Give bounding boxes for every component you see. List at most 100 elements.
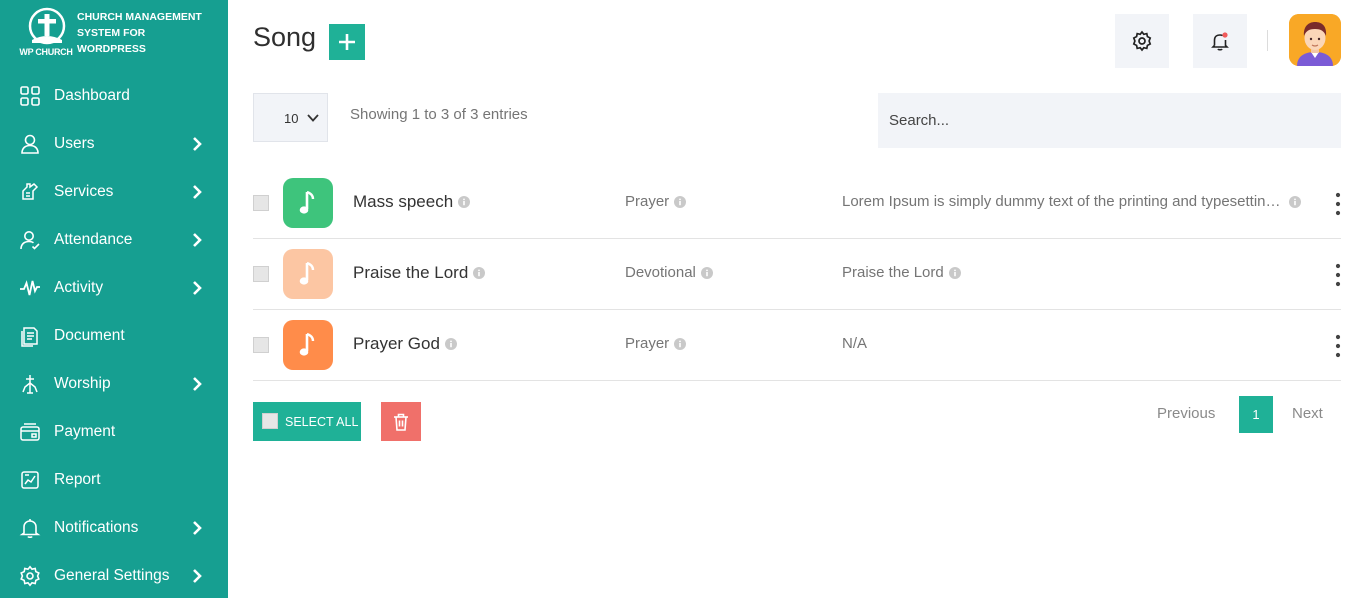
row-checkbox[interactable] <box>253 195 269 211</box>
chevron-down-icon <box>307 114 319 122</box>
gear-icon <box>1132 30 1152 52</box>
sidebar-item-label: Activity <box>54 279 104 296</box>
song-category: Prayer <box>625 193 687 210</box>
document-icon <box>19 325 41 347</box>
song-list: Mass speech Prayer Lorem Ipsum is simply… <box>253 168 1341 381</box>
select-all-checkbox[interactable] <box>262 413 278 429</box>
activity-icon <box>19 277 41 299</box>
more-options-icon[interactable] <box>1333 263 1343 287</box>
worship-icon <box>19 373 41 395</box>
song-category-text: Prayer <box>625 193 670 210</box>
brand-name-line: SYSTEM FOR <box>77 27 146 39</box>
add-song-button[interactable] <box>329 24 365 60</box>
song-name: Praise the Lord <box>353 263 486 283</box>
chevron-right-icon <box>190 232 204 248</box>
sidebar-item-attendance[interactable]: Attendance <box>0 216 228 264</box>
music-note-icon <box>283 249 333 299</box>
chevron-right-icon <box>190 376 204 392</box>
sidebar-item-dashboard[interactable]: Dashboard <box>0 72 228 120</box>
select-all-button[interactable]: SELECT ALL <box>253 402 361 441</box>
sidebar-item-document[interactable]: Document <box>0 312 228 360</box>
page-title: Song <box>253 22 317 52</box>
song-description: Praise the Lord <box>842 264 961 281</box>
song-description-text: Lorem Ipsum is simply dummy text of the … <box>842 193 1284 210</box>
delete-button[interactable] <box>381 402 421 441</box>
sidebar-item-label: Services <box>54 183 114 200</box>
sidebar-item-label: Payment <box>54 423 116 440</box>
sidebar-item-label: Users <box>54 135 95 152</box>
info-icon[interactable] <box>674 337 687 350</box>
song-name-text: Prayer God <box>353 334 440 353</box>
list-item: Mass speech Prayer Lorem Ipsum is simply… <box>253 168 1341 239</box>
brand-name: CHURCH MANAGEMENT SYSTEM FOR WORDPRESS <box>77 9 227 57</box>
app: WP CHURCH CHURCH MANAGEMENT SYSTEM FOR W… <box>0 0 1365 598</box>
song-category-text: Devotional <box>625 264 696 281</box>
pagination-next[interactable]: Next <box>1292 405 1323 422</box>
info-icon[interactable] <box>674 195 687 208</box>
sidebar-item-label: General Settings <box>54 567 170 584</box>
song-category: Prayer <box>625 335 687 352</box>
list-item: Prayer God Prayer N/A <box>253 310 1341 381</box>
sidebar-item-report[interactable]: Report <box>0 456 228 504</box>
sidebar-item-notifications[interactable]: Notifications <box>0 504 228 552</box>
more-options-icon[interactable] <box>1333 334 1343 358</box>
sidebar-item-payment[interactable]: Payment <box>0 408 228 456</box>
song-name-text: Praise the Lord <box>353 263 469 282</box>
sidebar-nav: Dashboard Users Services Attendance Acti… <box>0 72 228 598</box>
attendance-icon <box>19 229 41 251</box>
gear-icon <box>19 565 41 587</box>
row-checkbox[interactable] <box>253 266 269 282</box>
song-thumbnail <box>283 249 333 299</box>
sidebar-item-label: Notifications <box>54 519 139 536</box>
info-icon[interactable] <box>1289 195 1301 208</box>
row-checkbox[interactable] <box>253 337 269 353</box>
music-note-icon <box>283 178 333 228</box>
logo-text: WP CHURCH <box>19 47 73 57</box>
song-thumbnail <box>283 178 333 228</box>
trash-icon <box>394 413 408 431</box>
sidebar-item-general-settings[interactable]: General Settings <box>0 552 228 598</box>
search-input[interactable] <box>878 93 1341 148</box>
music-note-icon <box>283 320 333 370</box>
sidebar-item-activity[interactable]: Activity <box>0 264 228 312</box>
services-icon <box>19 181 41 203</box>
more-options-icon[interactable] <box>1333 192 1343 216</box>
info-icon[interactable] <box>700 266 713 279</box>
sidebar-item-label: Attendance <box>54 231 133 248</box>
pagination-page-1[interactable]: 1 <box>1239 396 1273 433</box>
user-icon <box>19 133 41 155</box>
sidebar-item-services[interactable]: Services <box>0 168 228 216</box>
page-size-value: 10 <box>284 111 299 126</box>
pagination-previous[interactable]: Previous <box>1157 405 1215 422</box>
song-thumbnail <box>283 320 333 370</box>
song-description-text: N/A <box>842 335 868 352</box>
header-divider <box>1267 30 1268 51</box>
song-name-text: Mass speech <box>353 192 454 211</box>
song-description: Lorem Ipsum is simply dummy text of the … <box>842 193 1301 210</box>
sidebar-item-label: Dashboard <box>54 87 130 104</box>
bell-icon <box>19 517 41 539</box>
info-icon[interactable] <box>444 338 457 350</box>
notifications-button[interactable] <box>1193 14 1247 68</box>
chevron-right-icon <box>190 280 204 296</box>
chevron-right-icon <box>190 136 204 152</box>
song-description-text: Praise the Lord <box>842 264 944 281</box>
sidebar: WP CHURCH CHURCH MANAGEMENT SYSTEM FOR W… <box>0 0 228 598</box>
select-all-label: SELECT ALL <box>285 415 359 429</box>
settings-button[interactable] <box>1115 14 1169 68</box>
sidebar-item-worship[interactable]: Worship <box>0 360 228 408</box>
chevron-right-icon <box>190 568 204 584</box>
info-icon[interactable] <box>473 267 486 279</box>
brand[interactable]: WP CHURCH CHURCH MANAGEMENT SYSTEM FOR W… <box>16 6 221 62</box>
sidebar-item-label: Worship <box>54 375 111 392</box>
song-name: Prayer God <box>353 334 457 354</box>
info-icon[interactable] <box>458 196 471 208</box>
avatar[interactable] <box>1289 14 1341 66</box>
page-size-select[interactable]: 10 <box>253 93 328 142</box>
sidebar-item-label: Document <box>54 327 125 344</box>
brand-name-line: WORDPRESS <box>77 43 146 55</box>
sidebar-item-users[interactable]: Users <box>0 120 228 168</box>
song-category: Devotional <box>625 264 713 281</box>
info-icon[interactable] <box>948 266 961 279</box>
payment-icon <box>19 421 41 443</box>
